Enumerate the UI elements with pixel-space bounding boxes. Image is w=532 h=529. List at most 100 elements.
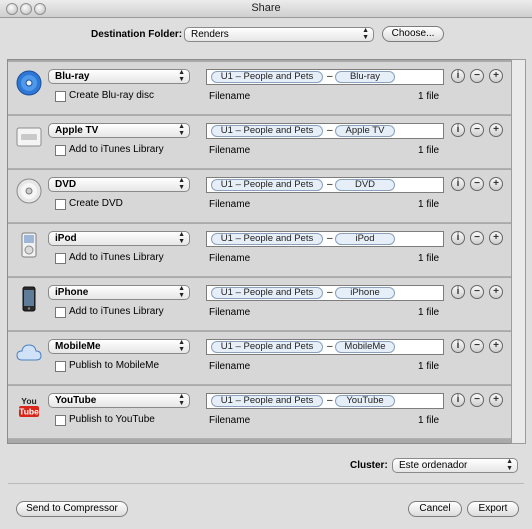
popup-arrows-icon: ▲ ▼ bbox=[178, 123, 185, 137]
popup-arrows-icon: ▲ ▼ bbox=[178, 231, 185, 245]
filename-token-field[interactable]: U1 – People and Pets – Blu-ray bbox=[206, 69, 444, 85]
remove-button[interactable]: − bbox=[470, 177, 484, 191]
option-checkbox[interactable] bbox=[55, 361, 66, 372]
add-button[interactable]: + bbox=[489, 339, 503, 353]
target-token[interactable]: iPhone bbox=[335, 287, 395, 299]
source-token[interactable]: U1 – People and Pets bbox=[211, 125, 323, 137]
dvd-disc-icon bbox=[16, 178, 42, 204]
iphone-icon bbox=[16, 286, 42, 312]
filename-token-field[interactable]: U1 – People and Pets – iPod bbox=[206, 231, 444, 247]
choose-button[interactable]: Choose... bbox=[382, 26, 444, 42]
source-token[interactable]: U1 – People and Pets bbox=[211, 341, 323, 353]
option-label: Publish to MobileMe bbox=[69, 360, 160, 371]
target-token[interactable]: Blu-ray bbox=[335, 71, 395, 83]
ipod-icon bbox=[16, 232, 42, 258]
filename-token-field[interactable]: U1 – People and Pets – iPhone bbox=[206, 285, 444, 301]
filename-label: Filename bbox=[209, 253, 251, 264]
remove-button[interactable]: − bbox=[470, 339, 484, 353]
source-token[interactable]: U1 – People and Pets bbox=[211, 233, 323, 245]
option-checkbox[interactable] bbox=[55, 145, 66, 156]
remove-button[interactable]: − bbox=[470, 285, 484, 299]
target-popup[interactable]: iPod ▲ ▼ bbox=[48, 231, 190, 246]
filename-label: Filename bbox=[209, 91, 251, 102]
youtube-icon: You Tube bbox=[16, 394, 42, 420]
window-title: Share bbox=[251, 2, 281, 14]
source-token[interactable]: U1 – People and Pets bbox=[211, 179, 323, 191]
remove-button[interactable]: − bbox=[470, 231, 484, 245]
add-button[interactable]: + bbox=[489, 69, 503, 83]
info-button[interactable]: i bbox=[451, 69, 465, 83]
destination-folder-value: Renders bbox=[191, 29, 229, 40]
option-checkbox[interactable] bbox=[55, 253, 66, 264]
target-value: MobileMe bbox=[55, 341, 101, 352]
remove-button[interactable]: − bbox=[470, 69, 484, 83]
target-popup[interactable]: Blu-ray ▲ ▼ bbox=[48, 69, 190, 84]
option-checkbox[interactable] bbox=[55, 91, 66, 102]
file-count: 1 file bbox=[418, 361, 440, 372]
option-label: Create DVD bbox=[69, 198, 123, 209]
add-button[interactable]: + bbox=[489, 285, 503, 299]
destination-row: iPod ▲ ▼ Add to iTunes Library U1 – Peopl… bbox=[8, 224, 512, 277]
share-window: Share Destination Folder: Renders ▲ ▼ Cho… bbox=[0, 0, 532, 529]
option-checkbox[interactable] bbox=[55, 199, 66, 210]
info-button[interactable]: i bbox=[451, 285, 465, 299]
target-popup[interactable]: iPhone ▲ ▼ bbox=[48, 285, 190, 300]
option-label: Add to iTunes Library bbox=[69, 252, 164, 263]
apple-tv-icon bbox=[16, 124, 42, 150]
list-scrollbar[interactable] bbox=[511, 59, 526, 444]
token-separator: – bbox=[327, 395, 333, 406]
source-token[interactable]: U1 – People and Pets bbox=[211, 71, 323, 83]
cluster-popup[interactable]: Este ordenador ▲ ▼ bbox=[392, 458, 518, 473]
info-button[interactable]: i bbox=[451, 177, 465, 191]
info-button[interactable]: i bbox=[451, 231, 465, 245]
target-popup[interactable]: YouTube ▲ ▼ bbox=[48, 393, 190, 408]
target-token[interactable]: YouTube bbox=[335, 395, 395, 407]
token-separator: – bbox=[327, 71, 333, 82]
popup-arrows-icon: ▲ ▼ bbox=[178, 339, 185, 353]
destination-folder-popup[interactable]: Renders ▲ ▼ bbox=[184, 27, 374, 42]
token-separator: – bbox=[327, 233, 333, 244]
info-button[interactable]: i bbox=[451, 393, 465, 407]
export-button[interactable]: Export bbox=[467, 501, 519, 517]
filename-label: Filename bbox=[209, 307, 251, 318]
destination-folder-label: Destination Folder: bbox=[91, 29, 183, 40]
target-popup[interactable]: DVD ▲ ▼ bbox=[48, 177, 190, 192]
send-to-compressor-button[interactable]: Send to Compressor bbox=[16, 501, 128, 517]
info-button[interactable]: i bbox=[451, 339, 465, 353]
filename-token-field[interactable]: U1 – People and Pets – MobileMe bbox=[206, 339, 444, 355]
add-button[interactable]: + bbox=[489, 123, 503, 137]
add-button[interactable]: + bbox=[489, 177, 503, 191]
source-token[interactable]: U1 – People and Pets bbox=[211, 287, 323, 299]
mobileme-cloud-icon bbox=[16, 340, 42, 366]
option-label: Create Blu-ray disc bbox=[69, 90, 155, 101]
target-popup[interactable]: MobileMe ▲ ▼ bbox=[48, 339, 190, 354]
remove-button[interactable]: − bbox=[470, 393, 484, 407]
target-token[interactable]: MobileMe bbox=[335, 341, 395, 353]
bluray-disc-icon bbox=[16, 70, 42, 96]
remove-button[interactable]: − bbox=[470, 123, 484, 137]
target-value: Apple TV bbox=[55, 125, 99, 136]
popup-arrows-icon: ▲ ▼ bbox=[362, 27, 369, 41]
filename-token-field[interactable]: U1 – People and Pets – YouTube bbox=[206, 393, 444, 409]
target-token[interactable]: DVD bbox=[335, 179, 395, 191]
filename-token-field[interactable]: U1 – People and Pets – Apple TV bbox=[206, 123, 444, 139]
add-button[interactable]: + bbox=[489, 393, 503, 407]
svg-text:You: You bbox=[21, 396, 36, 406]
info-button[interactable]: i bbox=[451, 123, 465, 137]
filename-token-field[interactable]: U1 – People and Pets – DVD bbox=[206, 177, 444, 193]
destination-row: DVD ▲ ▼ Create DVD U1 – People and Pets –… bbox=[8, 170, 512, 223]
filename-label: Filename bbox=[209, 145, 251, 156]
cancel-button[interactable]: Cancel bbox=[408, 501, 462, 517]
option-label: Add to iTunes Library bbox=[69, 144, 164, 155]
cluster-value: Este ordenador bbox=[399, 460, 468, 471]
target-popup[interactable]: Apple TV ▲ ▼ bbox=[48, 123, 190, 138]
option-checkbox[interactable] bbox=[55, 415, 66, 426]
destination-row: Blu-ray ▲ ▼ Create Blu-ray disc U1 – Peop… bbox=[8, 62, 512, 115]
target-token[interactable]: Apple TV bbox=[335, 125, 395, 137]
target-token[interactable]: iPod bbox=[335, 233, 395, 245]
source-token[interactable]: U1 – People and Pets bbox=[211, 395, 323, 407]
cluster-label: Cluster: bbox=[350, 460, 388, 471]
option-checkbox[interactable] bbox=[55, 307, 66, 318]
option-label: Publish to YouTube bbox=[69, 414, 155, 425]
add-button[interactable]: + bbox=[489, 231, 503, 245]
